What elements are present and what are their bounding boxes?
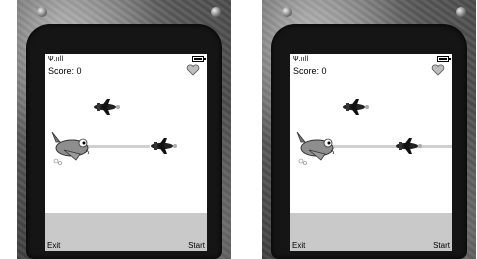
enemy-plane-icon <box>151 138 177 154</box>
enemy-plane-icon <box>396 138 422 154</box>
battery-icon <box>192 56 206 62</box>
status-bar: Ψ.ııll <box>290 54 452 64</box>
status-bar: Ψ.ııll <box>45 54 207 64</box>
score-label: Score: 0 <box>48 66 82 76</box>
player-plane-icon <box>51 131 90 165</box>
game-screen-right[interactable]: Ψ.ııll Score: 0 Exit Start <box>290 54 452 251</box>
signal-icon: Ψ.ııll <box>48 55 64 63</box>
signal-icon: Ψ.ııll <box>293 55 309 63</box>
start-softkey[interactable]: Start <box>188 241 205 250</box>
player-plane-icon <box>296 131 335 165</box>
exit-softkey[interactable]: Exit <box>47 241 60 250</box>
screw-icon <box>456 7 466 17</box>
enemy-plane-icon <box>343 99 369 115</box>
game-screen-left[interactable]: Ψ.ııll Score: 0 Exit Start <box>45 54 207 251</box>
score-label: Score: 0 <box>293 66 327 76</box>
speed-trail <box>328 145 452 148</box>
screw-icon <box>211 7 221 17</box>
screw-icon <box>37 7 47 17</box>
screw-icon <box>282 7 292 17</box>
heart-icon <box>431 64 445 76</box>
enemy-plane-icon <box>94 99 120 115</box>
heart-icon <box>186 64 200 76</box>
start-softkey[interactable]: Start <box>433 241 450 250</box>
ground-strip <box>45 213 207 239</box>
softkey-bar: Exit Start <box>290 239 452 251</box>
ground-strip <box>290 213 452 239</box>
softkey-bar: Exit Start <box>45 239 207 251</box>
exit-softkey[interactable]: Exit <box>292 241 305 250</box>
battery-icon <box>437 56 451 62</box>
